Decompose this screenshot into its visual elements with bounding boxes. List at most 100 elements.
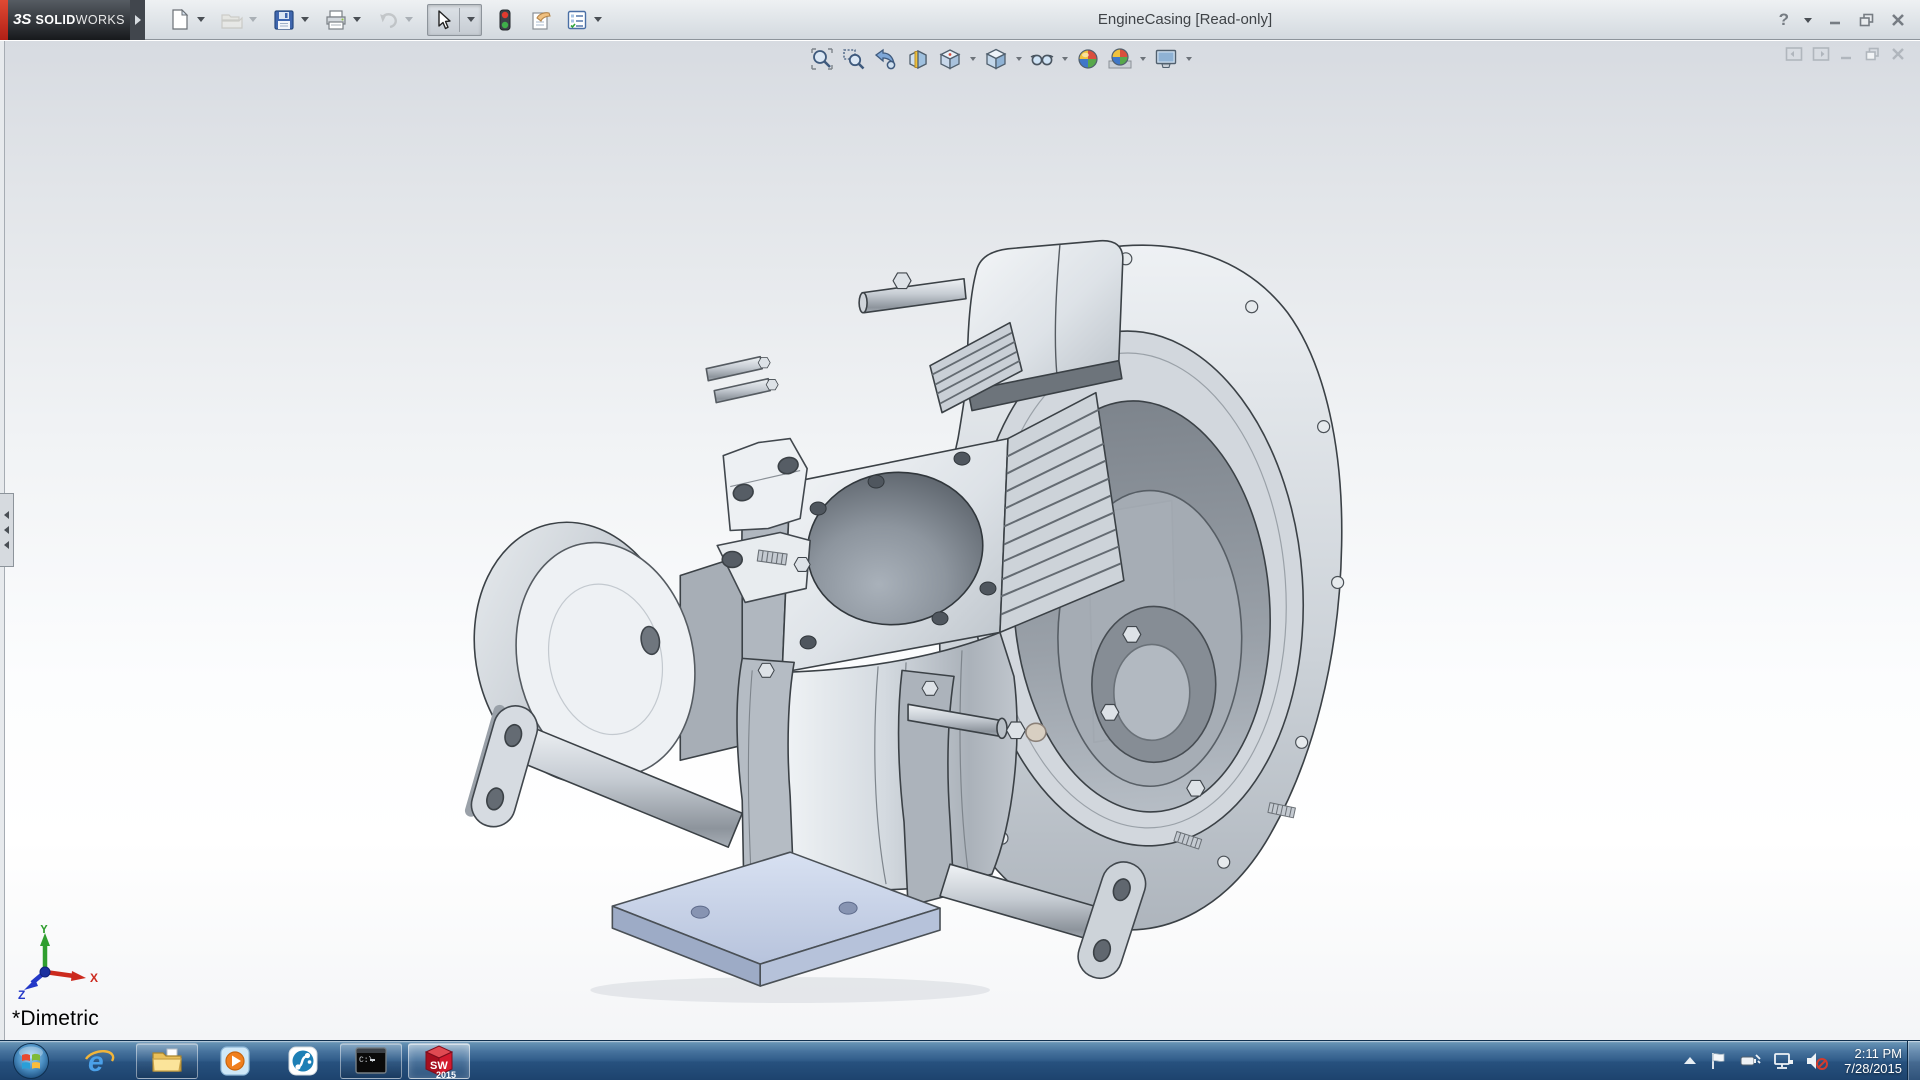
- show-pane-right-button[interactable]: [1812, 46, 1830, 62]
- close-icon: [1890, 12, 1906, 28]
- taskbar-internet-explorer[interactable]: e: [68, 1043, 130, 1079]
- folder-icon: [151, 1047, 183, 1074]
- open-document-icon: [221, 10, 243, 30]
- network-status-button[interactable]: [1772, 1051, 1794, 1071]
- options-dropdown[interactable]: [594, 17, 602, 22]
- taskbar-windows-explorer[interactable]: [136, 1043, 198, 1079]
- view-settings-button[interactable]: [1152, 46, 1180, 72]
- clock-date: 7/28/2015: [1844, 1061, 1902, 1076]
- show-hidden-icons-button[interactable]: [1683, 1056, 1697, 1066]
- section-view-button[interactable]: [904, 46, 932, 72]
- internet-explorer-icon: e: [83, 1045, 115, 1077]
- open-document-button[interactable]: [219, 5, 245, 35]
- rebuild-button[interactable]: [492, 5, 518, 35]
- select-cursor-button[interactable]: [430, 5, 456, 35]
- action-center-button[interactable]: [1708, 1051, 1728, 1071]
- zoom-to-area-button[interactable]: [840, 46, 868, 72]
- svg-text:2015: 2015: [436, 1070, 456, 1079]
- volume-muted-icon: [1805, 1051, 1829, 1071]
- taskbar-clock[interactable]: 2:11 PM 7/28/2015: [1844, 1046, 1902, 1076]
- taskbar-command-prompt[interactable]: C:\: [340, 1043, 402, 1079]
- view-orientation-icon: [938, 47, 962, 71]
- print-dropdown[interactable]: [353, 17, 361, 22]
- edit-appearance-button[interactable]: [1074, 46, 1102, 72]
- engine-casing-model[interactable]: [0, 41, 1920, 1040]
- file-properties-button[interactable]: [528, 5, 554, 35]
- display-style-button[interactable]: [982, 46, 1010, 72]
- network-icon: [1772, 1051, 1794, 1071]
- volume-button[interactable]: [1805, 1051, 1829, 1071]
- save-button[interactable]: [271, 5, 297, 35]
- hide-show-items-icon: [1029, 47, 1055, 71]
- zoom-to-area-icon: [842, 47, 866, 71]
- solidworks-window: 3S SOLIDWORKS: [0, 0, 1920, 1080]
- windows-start-icon: [12, 1042, 50, 1080]
- view-orientation-button[interactable]: [936, 46, 964, 72]
- restore-icon: [1858, 12, 1875, 28]
- x-axis-label: X: [90, 971, 98, 985]
- document-close-button[interactable]: [1890, 46, 1906, 62]
- new-document-dropdown[interactable]: [197, 17, 205, 22]
- zoom-to-fit-icon: [810, 47, 834, 71]
- hide-show-items-dropdown[interactable]: [1062, 57, 1068, 61]
- pane-right-icon: [1812, 46, 1830, 62]
- power-status-button[interactable]: [1739, 1051, 1761, 1071]
- help-button[interactable]: ?: [1779, 10, 1789, 30]
- solidworks-logo[interactable]: 3S SOLIDWORKS: [8, 0, 130, 40]
- zoom-to-fit-button[interactable]: [808, 46, 836, 72]
- open-document-dropdown[interactable]: [249, 17, 257, 22]
- restore-button[interactable]: [1858, 12, 1875, 28]
- taskbar-apps: e: [68, 1043, 470, 1079]
- start-button[interactable]: [10, 1042, 52, 1080]
- view-orientation-label: *Dimetric: [12, 1007, 99, 1031]
- undo-button[interactable]: [375, 5, 401, 35]
- select-tool-group: [427, 4, 482, 36]
- main-toolbar: [167, 4, 614, 36]
- apply-scene-icon: [1107, 47, 1133, 71]
- help-dropdown[interactable]: [1804, 18, 1812, 23]
- chevron-up-icon: [1683, 1056, 1697, 1066]
- engine-casing-geometry: [451, 241, 1344, 1003]
- document-window-controls: [1785, 46, 1906, 62]
- command-prompt-icon: C:\: [355, 1047, 387, 1074]
- undo-dropdown[interactable]: [405, 17, 413, 22]
- taskbar-solidworks[interactable]: SW 2015: [408, 1043, 470, 1079]
- display-style-dropdown[interactable]: [1016, 57, 1022, 61]
- undo-icon: [377, 10, 399, 30]
- apply-scene-button[interactable]: [1106, 46, 1134, 72]
- document-minimize-button[interactable]: [1839, 46, 1855, 62]
- flyout-arrow-icon: [135, 15, 141, 25]
- heads-up-view-toolbar: [808, 46, 1194, 72]
- previous-view-button[interactable]: [872, 46, 900, 72]
- section-view-icon: [906, 47, 930, 71]
- apply-scene-dropdown[interactable]: [1140, 57, 1146, 61]
- previous-view-icon: [874, 47, 898, 71]
- taskbar-connections-app[interactable]: [272, 1043, 334, 1079]
- document-restore-button[interactable]: [1864, 46, 1881, 62]
- show-desktop-button[interactable]: [1907, 1041, 1920, 1080]
- save-dropdown[interactable]: [301, 17, 309, 22]
- options-button[interactable]: [564, 5, 590, 35]
- view-orientation-dropdown[interactable]: [970, 57, 976, 61]
- connections-app-icon: [288, 1046, 318, 1076]
- title-bar: 3S SOLIDWORKS: [0, 0, 1920, 40]
- select-cursor-dropdown[interactable]: [467, 17, 475, 22]
- graphics-viewport[interactable]: Y X Z *Dimetric: [0, 41, 1920, 1040]
- y-axis-label: Y: [40, 925, 48, 936]
- minimize-button[interactable]: [1827, 12, 1843, 28]
- view-settings-dropdown[interactable]: [1186, 57, 1192, 61]
- edit-appearance-icon: [1076, 47, 1100, 71]
- document-minimize-icon: [1839, 46, 1855, 62]
- taskbar-media-player[interactable]: [204, 1043, 266, 1079]
- z-axis-label: Z: [18, 988, 25, 1002]
- select-cursor-icon: [434, 10, 452, 30]
- featuremanager-splitter-handle[interactable]: [0, 493, 14, 567]
- triad-origin: [40, 967, 50, 977]
- new-document-button[interactable]: [167, 5, 193, 35]
- menu-flyout-arrow[interactable]: [130, 0, 145, 40]
- close-button[interactable]: [1890, 12, 1906, 28]
- show-pane-left-button[interactable]: [1785, 46, 1803, 62]
- print-button[interactable]: [323, 5, 349, 35]
- hide-show-items-button[interactable]: [1028, 46, 1056, 72]
- system-tray: 2:11 PM 7/28/2015: [1683, 1041, 1902, 1080]
